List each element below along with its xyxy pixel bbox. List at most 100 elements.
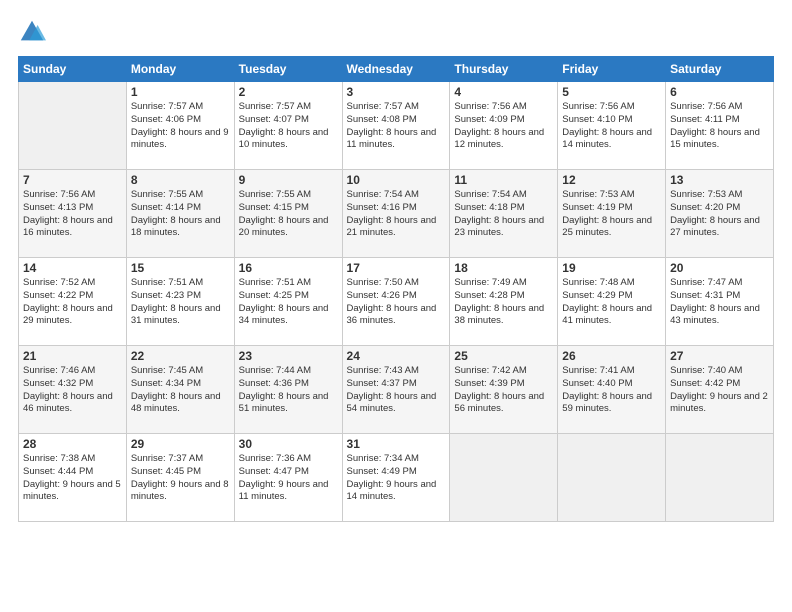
- day-number: 22: [131, 349, 230, 363]
- logo: [18, 18, 48, 46]
- day-content: Sunrise: 7:48 AMSunset: 4:29 PMDaylight:…: [562, 277, 661, 328]
- col-wednesday: Wednesday: [342, 57, 450, 82]
- header: [18, 18, 774, 46]
- day-number: 4: [454, 85, 553, 99]
- day-content: Sunrise: 7:56 AMSunset: 4:11 PMDaylight:…: [670, 101, 769, 152]
- day-number: 8: [131, 173, 230, 187]
- table-row: [450, 434, 558, 522]
- day-number: 14: [23, 261, 122, 275]
- col-monday: Monday: [126, 57, 234, 82]
- table-row: 22 Sunrise: 7:45 AMSunset: 4:34 PMDaylig…: [126, 346, 234, 434]
- day-number: 31: [347, 437, 446, 451]
- day-content: Sunrise: 7:56 AMSunset: 4:09 PMDaylight:…: [454, 101, 553, 152]
- table-row: 31 Sunrise: 7:34 AMSunset: 4:49 PMDaylig…: [342, 434, 450, 522]
- day-content: Sunrise: 7:52 AMSunset: 4:22 PMDaylight:…: [23, 277, 122, 328]
- day-content: Sunrise: 7:44 AMSunset: 4:36 PMDaylight:…: [239, 365, 338, 416]
- day-number: 23: [239, 349, 338, 363]
- day-content: Sunrise: 7:54 AMSunset: 4:16 PMDaylight:…: [347, 189, 446, 240]
- day-content: Sunrise: 7:46 AMSunset: 4:32 PMDaylight:…: [23, 365, 122, 416]
- day-content: Sunrise: 7:41 AMSunset: 4:40 PMDaylight:…: [562, 365, 661, 416]
- table-row: 5 Sunrise: 7:56 AMSunset: 4:10 PMDayligh…: [558, 82, 666, 170]
- calendar-week-row: 21 Sunrise: 7:46 AMSunset: 4:32 PMDaylig…: [19, 346, 774, 434]
- table-row: 29 Sunrise: 7:37 AMSunset: 4:45 PMDaylig…: [126, 434, 234, 522]
- day-content: Sunrise: 7:54 AMSunset: 4:18 PMDaylight:…: [454, 189, 553, 240]
- table-row: 18 Sunrise: 7:49 AMSunset: 4:28 PMDaylig…: [450, 258, 558, 346]
- day-number: 25: [454, 349, 553, 363]
- day-number: 10: [347, 173, 446, 187]
- logo-icon: [18, 18, 46, 46]
- table-row: 4 Sunrise: 7:56 AMSunset: 4:09 PMDayligh…: [450, 82, 558, 170]
- day-number: 28: [23, 437, 122, 451]
- day-content: Sunrise: 7:55 AMSunset: 4:14 PMDaylight:…: [131, 189, 230, 240]
- day-content: Sunrise: 7:51 AMSunset: 4:23 PMDaylight:…: [131, 277, 230, 328]
- col-friday: Friday: [558, 57, 666, 82]
- day-number: 30: [239, 437, 338, 451]
- calendar-header-row: Sunday Monday Tuesday Wednesday Thursday…: [19, 57, 774, 82]
- table-row: 17 Sunrise: 7:50 AMSunset: 4:26 PMDaylig…: [342, 258, 450, 346]
- table-row: 26 Sunrise: 7:41 AMSunset: 4:40 PMDaylig…: [558, 346, 666, 434]
- day-content: Sunrise: 7:53 AMSunset: 4:20 PMDaylight:…: [670, 189, 769, 240]
- day-content: Sunrise: 7:57 AMSunset: 4:07 PMDaylight:…: [239, 101, 338, 152]
- day-content: Sunrise: 7:38 AMSunset: 4:44 PMDaylight:…: [23, 453, 122, 504]
- table-row: 14 Sunrise: 7:52 AMSunset: 4:22 PMDaylig…: [19, 258, 127, 346]
- day-number: 19: [562, 261, 661, 275]
- table-row: 12 Sunrise: 7:53 AMSunset: 4:19 PMDaylig…: [558, 170, 666, 258]
- day-content: Sunrise: 7:42 AMSunset: 4:39 PMDaylight:…: [454, 365, 553, 416]
- table-row: 27 Sunrise: 7:40 AMSunset: 4:42 PMDaylig…: [666, 346, 774, 434]
- table-row: [666, 434, 774, 522]
- calendar-table: Sunday Monday Tuesday Wednesday Thursday…: [18, 56, 774, 522]
- day-content: Sunrise: 7:49 AMSunset: 4:28 PMDaylight:…: [454, 277, 553, 328]
- day-number: 21: [23, 349, 122, 363]
- calendar-week-row: 28 Sunrise: 7:38 AMSunset: 4:44 PMDaylig…: [19, 434, 774, 522]
- table-row: 10 Sunrise: 7:54 AMSunset: 4:16 PMDaylig…: [342, 170, 450, 258]
- table-row: 25 Sunrise: 7:42 AMSunset: 4:39 PMDaylig…: [450, 346, 558, 434]
- day-number: 9: [239, 173, 338, 187]
- day-number: 24: [347, 349, 446, 363]
- day-content: Sunrise: 7:43 AMSunset: 4:37 PMDaylight:…: [347, 365, 446, 416]
- day-number: 2: [239, 85, 338, 99]
- table-row: 3 Sunrise: 7:57 AMSunset: 4:08 PMDayligh…: [342, 82, 450, 170]
- day-content: Sunrise: 7:36 AMSunset: 4:47 PMDaylight:…: [239, 453, 338, 504]
- table-row: 13 Sunrise: 7:53 AMSunset: 4:20 PMDaylig…: [666, 170, 774, 258]
- col-tuesday: Tuesday: [234, 57, 342, 82]
- day-content: Sunrise: 7:45 AMSunset: 4:34 PMDaylight:…: [131, 365, 230, 416]
- day-content: Sunrise: 7:51 AMSunset: 4:25 PMDaylight:…: [239, 277, 338, 328]
- day-content: Sunrise: 7:37 AMSunset: 4:45 PMDaylight:…: [131, 453, 230, 504]
- day-number: 3: [347, 85, 446, 99]
- table-row: 28 Sunrise: 7:38 AMSunset: 4:44 PMDaylig…: [19, 434, 127, 522]
- day-number: 11: [454, 173, 553, 187]
- page: Sunday Monday Tuesday Wednesday Thursday…: [0, 0, 792, 612]
- day-number: 26: [562, 349, 661, 363]
- calendar-week-row: 14 Sunrise: 7:52 AMSunset: 4:22 PMDaylig…: [19, 258, 774, 346]
- table-row: 16 Sunrise: 7:51 AMSunset: 4:25 PMDaylig…: [234, 258, 342, 346]
- day-number: 15: [131, 261, 230, 275]
- table-row: 24 Sunrise: 7:43 AMSunset: 4:37 PMDaylig…: [342, 346, 450, 434]
- day-content: Sunrise: 7:55 AMSunset: 4:15 PMDaylight:…: [239, 189, 338, 240]
- day-content: Sunrise: 7:57 AMSunset: 4:06 PMDaylight:…: [131, 101, 230, 152]
- calendar-week-row: 1 Sunrise: 7:57 AMSunset: 4:06 PMDayligh…: [19, 82, 774, 170]
- day-number: 17: [347, 261, 446, 275]
- day-number: 1: [131, 85, 230, 99]
- table-row: 21 Sunrise: 7:46 AMSunset: 4:32 PMDaylig…: [19, 346, 127, 434]
- col-sunday: Sunday: [19, 57, 127, 82]
- day-content: Sunrise: 7:56 AMSunset: 4:10 PMDaylight:…: [562, 101, 661, 152]
- day-number: 16: [239, 261, 338, 275]
- table-row: 11 Sunrise: 7:54 AMSunset: 4:18 PMDaylig…: [450, 170, 558, 258]
- table-row: 30 Sunrise: 7:36 AMSunset: 4:47 PMDaylig…: [234, 434, 342, 522]
- day-content: Sunrise: 7:40 AMSunset: 4:42 PMDaylight:…: [670, 365, 769, 416]
- table-row: [558, 434, 666, 522]
- col-thursday: Thursday: [450, 57, 558, 82]
- day-content: Sunrise: 7:56 AMSunset: 4:13 PMDaylight:…: [23, 189, 122, 240]
- day-number: 29: [131, 437, 230, 451]
- table-row: 8 Sunrise: 7:55 AMSunset: 4:14 PMDayligh…: [126, 170, 234, 258]
- table-row: 15 Sunrise: 7:51 AMSunset: 4:23 PMDaylig…: [126, 258, 234, 346]
- day-number: 7: [23, 173, 122, 187]
- table-row: 19 Sunrise: 7:48 AMSunset: 4:29 PMDaylig…: [558, 258, 666, 346]
- day-content: Sunrise: 7:57 AMSunset: 4:08 PMDaylight:…: [347, 101, 446, 152]
- day-content: Sunrise: 7:47 AMSunset: 4:31 PMDaylight:…: [670, 277, 769, 328]
- day-number: 6: [670, 85, 769, 99]
- calendar-week-row: 7 Sunrise: 7:56 AMSunset: 4:13 PMDayligh…: [19, 170, 774, 258]
- table-row: 7 Sunrise: 7:56 AMSunset: 4:13 PMDayligh…: [19, 170, 127, 258]
- table-row: 9 Sunrise: 7:55 AMSunset: 4:15 PMDayligh…: [234, 170, 342, 258]
- day-content: Sunrise: 7:53 AMSunset: 4:19 PMDaylight:…: [562, 189, 661, 240]
